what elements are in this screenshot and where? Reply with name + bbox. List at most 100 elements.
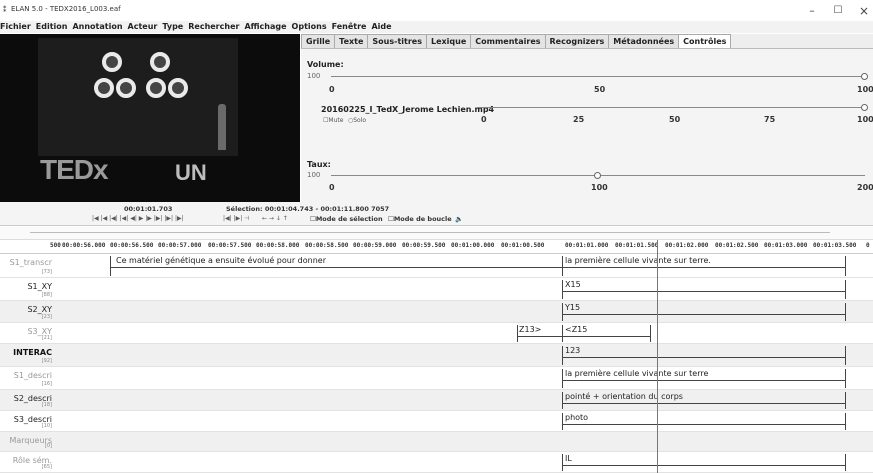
selection-buttons[interactable]: |◀| |▶| ⊣ [223, 215, 249, 222]
tier-name[interactable]: S1_XY [0, 282, 52, 291]
volume-tick: 100 [857, 85, 873, 94]
cell-graphic [102, 52, 122, 72]
annotation-text[interactable]: IL [565, 454, 572, 463]
annotation-boundary [845, 303, 846, 321]
player-control-bar: 00:01:01.703 Sélection: 00:01:04.743 - 0… [0, 202, 873, 226]
annotation-text[interactable]: <Z15 [565, 325, 587, 334]
ruler-label: 00:01:02.000 [665, 242, 709, 249]
title-bar: ⁑ ELAN 5.0 - TEDX2016_L003.eaf – ☐ × [0, 0, 873, 21]
tier-row[interactable]: INTERAC [92] 123 [0, 344, 873, 367]
annotation-text[interactable]: pointé + orientation du corps [565, 392, 683, 401]
controls-panel: Volume: 100 0 50 100 20160225_I_TedX_Jer… [301, 48, 873, 202]
tier-annotation-count: [0] [44, 443, 52, 449]
tier-row[interactable]: Marqueurs [0] [0, 432, 873, 452]
volume-slider-thumb[interactable] [861, 73, 868, 80]
rate-tick: 200 [857, 183, 873, 192]
tier-name[interactable]: INTERAC [0, 348, 52, 357]
tab-lexique[interactable]: Lexique [425, 34, 472, 48]
video-stage-screen [38, 38, 238, 156]
waveform-strip[interactable] [0, 227, 873, 240]
navigation-arrow-buttons[interactable]: ← → ↓ ↑ [262, 215, 288, 222]
menu-edition[interactable]: Edition [36, 21, 68, 33]
tier-row[interactable]: S2_XY [23] Y15 [0, 301, 873, 323]
tab-texte[interactable]: Texte [334, 34, 369, 48]
annotation-text[interactable]: photo [565, 413, 588, 422]
menu-fenetre[interactable]: Fenêtre [332, 21, 367, 33]
media-volume-slider-thumb[interactable] [861, 104, 868, 111]
rate-value: 100 [307, 171, 321, 179]
rate-tick: 100 [591, 183, 608, 192]
annotation-span-line [562, 465, 845, 466]
menu-acteur[interactable]: Acteur [128, 21, 158, 33]
annotation-text[interactable]: Z13> [519, 325, 541, 334]
annotation-text[interactable]: la première cellule vivante sur terre [565, 369, 708, 378]
ruler-label: 00:01:02.500 [715, 242, 759, 249]
tab-grille[interactable]: Grille [301, 34, 336, 48]
tier-row[interactable]: S3_XY [21] Z13> <Z15 [0, 323, 873, 344]
selection-info: Sélection: 00:01:04.743 - 00:01:11.800 7… [226, 205, 390, 213]
volume-label: Volume: [307, 60, 344, 69]
ruler-label: 00:00:59.500 [402, 242, 446, 249]
media-tick: 25 [573, 115, 585, 124]
solo-checkbox[interactable]: ○Solo [348, 117, 366, 124]
annotation-boundary [845, 346, 846, 365]
tier-row[interactable]: S3_descri [10] photo [0, 411, 873, 432]
tab-commentaires[interactable]: Commentaires [470, 34, 546, 48]
tab-metadonnees[interactable]: Métadonnées [608, 34, 680, 48]
annotation-text[interactable]: Y15 [565, 303, 580, 312]
rate-slider-thumb[interactable] [594, 172, 601, 179]
ruler-label: 00:01:00.000 [451, 242, 495, 249]
annotation-boundary [562, 413, 563, 430]
menu-aide[interactable]: Aide [371, 21, 391, 33]
tab-recognizers[interactable]: Recognizers [544, 34, 610, 48]
tier-name[interactable]: S1_descri [0, 371, 52, 380]
annotation-text[interactable]: Ce matériel génétique a ensuite évolué p… [116, 256, 326, 265]
ruler-label: 00:00:58.500 [305, 242, 349, 249]
close-button[interactable]: × [849, 2, 873, 20]
annotation-span-line [562, 424, 845, 425]
menu-annotation[interactable]: Annotation [72, 21, 122, 33]
tier-annotation-count: [65] [41, 464, 52, 470]
playback-buttons[interactable]: |◀ |◀ |◀| |◀| ◀| ▶ |▶ |▶| |▶| |▶| [92, 215, 184, 222]
media-volume-slider[interactable] [477, 107, 865, 108]
ruler-label: 00:00:59.000 [353, 242, 397, 249]
annotation-text[interactable]: X15 [565, 280, 581, 289]
annotation-text[interactable]: 123 [565, 346, 580, 355]
tier-annotation-count: [16] [41, 381, 52, 387]
menu-fichier[interactable]: Fichier [0, 21, 31, 33]
playhead-cursor [657, 240, 658, 473]
tier-annotation-count: [10] [41, 423, 52, 429]
annotation-boundary [562, 256, 563, 276]
selection-mode-checkbox[interactable]: ☐Mode de sélection [310, 215, 383, 223]
menu-options[interactable]: Options [292, 21, 327, 33]
ruler-label: 00:00:56.500 [110, 242, 154, 249]
cell-graphic [116, 78, 136, 98]
tier-row[interactable]: Rôle sém. [65] IL [0, 452, 873, 473]
tab-sous-titres[interactable]: Sous-titres [367, 34, 427, 48]
tier-name[interactable]: S2_XY [0, 305, 52, 314]
ruler-label: 00:00:57.500 [208, 242, 252, 249]
tier-row[interactable]: S1_descri [16] la première cellule vivante… [0, 367, 873, 390]
media-file-label: 20160225_I_TedX_Jerome Lechien.mp4 [321, 105, 495, 114]
window-title: ELAN 5.0 - TEDX2016_L003.eaf [11, 5, 121, 13]
mute-checkbox[interactable]: ☐Mute [323, 117, 343, 124]
menu-affichage[interactable]: Affichage [244, 21, 286, 33]
volume-slider[interactable] [331, 76, 865, 77]
menu-type[interactable]: Type [162, 21, 183, 33]
tab-controles[interactable]: Contrôles [678, 34, 732, 48]
loop-mode-checkbox[interactable]: ☐Mode de boucle [388, 215, 452, 223]
tier-name[interactable]: S1_transcr [0, 258, 52, 267]
tier-area[interactable]: S1_transcr [73] Ce matériel génétique a en… [0, 254, 873, 473]
tier-row[interactable]: S2_descri [18] pointé + orientation du cor… [0, 390, 873, 411]
tier-row[interactable]: S1_transcr [73] Ce matériel génétique a en… [0, 254, 873, 278]
video-viewer[interactable]: TEDx UN [0, 34, 300, 202]
menu-rechercher[interactable]: Rechercher [188, 21, 239, 33]
speaker-icon[interactable]: 🔈 [455, 215, 463, 223]
volume-tick: 0 [329, 85, 335, 94]
annotation-span-line [562, 314, 845, 315]
tier-row[interactable]: S1_XY [88] X15 [0, 278, 873, 301]
time-ruler[interactable]: 500 00:00:56.000 00:00:56.500 00:00:57.000 0… [0, 240, 873, 254]
ruler-label: 00:01:01.500 [615, 242, 659, 249]
selection-mode-label: Mode de sélection [315, 215, 383, 223]
annotation-text[interactable]: la première cellule vivante sur terre. [565, 256, 711, 265]
